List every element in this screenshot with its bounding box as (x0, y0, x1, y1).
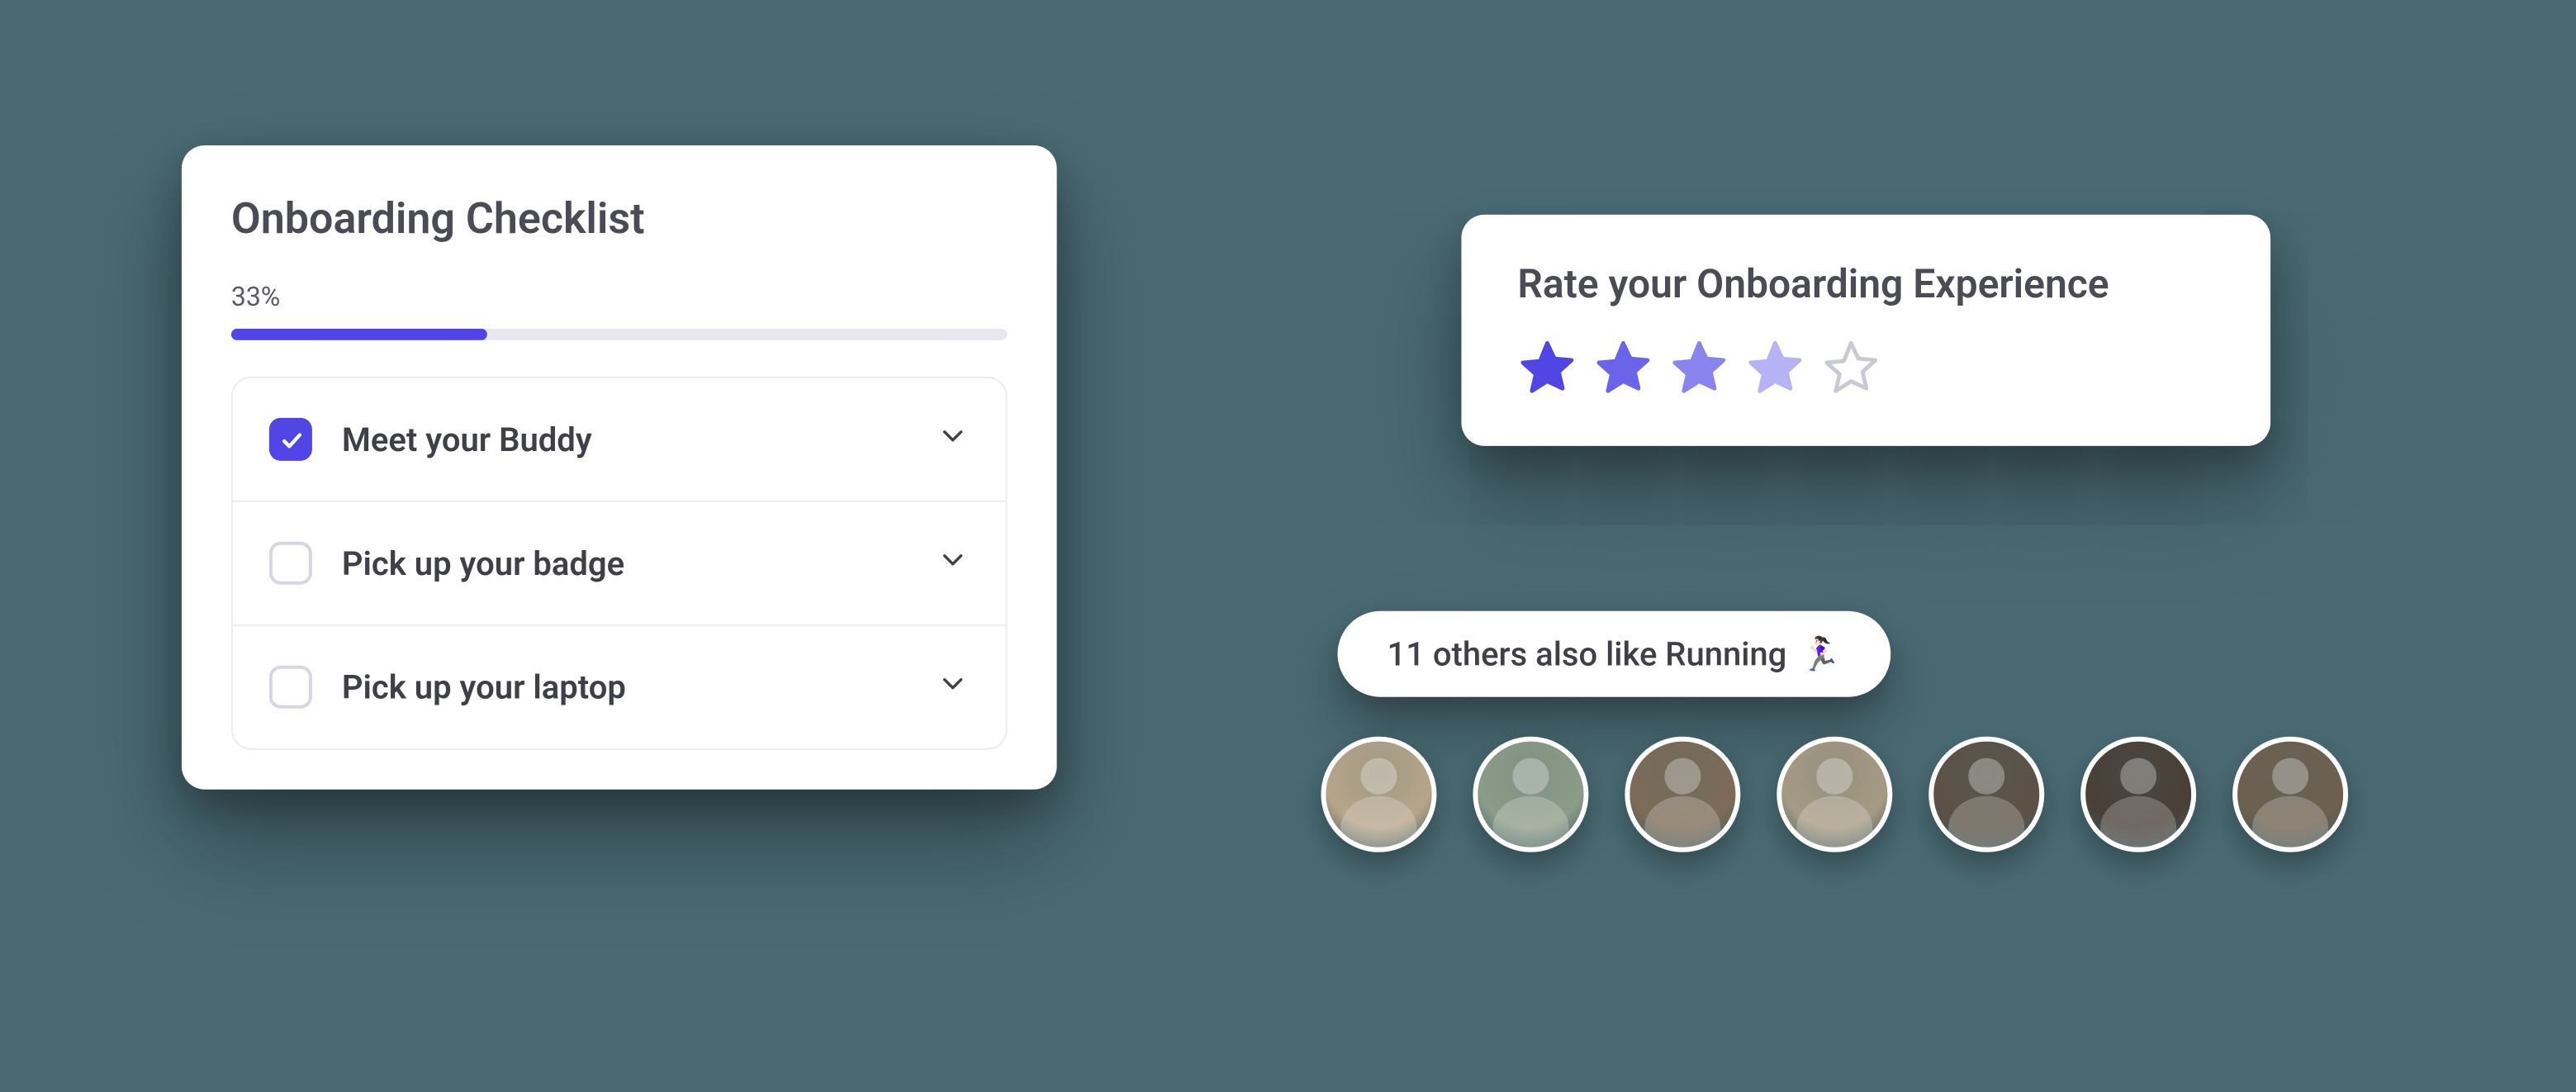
star-2[interactable] (1593, 337, 1653, 396)
progress-percent-label: 33% (231, 281, 1008, 312)
avatar[interactable] (2232, 737, 2348, 852)
checklist-item-label: Pick up your laptop (342, 667, 937, 707)
progress-bar-fill (231, 329, 487, 340)
avatar[interactable] (1928, 737, 2044, 852)
avatar[interactable] (2080, 737, 2196, 852)
rating-card: Rate your Onboarding Experience (1461, 215, 2270, 446)
social-bubble: 11 others also like Running 🏃🏻‍♀️ (1337, 611, 1890, 697)
runner-icon: 🏃🏻‍♀️ (1800, 634, 1841, 674)
social-section: 11 others also like Running 🏃🏻‍♀️ (1321, 611, 2378, 852)
checklist-item[interactable]: Pick up your laptop (233, 626, 1006, 748)
checklist-title: Onboarding Checklist (231, 195, 1008, 245)
chevron-down-icon[interactable] (937, 667, 970, 707)
star-rating (1517, 337, 2214, 396)
rating-title: Rate your Onboarding Experience (1517, 261, 2214, 307)
avatar[interactable] (1473, 737, 1588, 852)
checklist-item-label: Meet your Buddy (342, 420, 937, 459)
checkbox-checked-icon[interactable] (269, 418, 312, 461)
chevron-down-icon[interactable] (937, 420, 970, 459)
avatar[interactable] (1777, 737, 1892, 852)
checkbox-unchecked-icon[interactable] (269, 666, 312, 709)
checklist-item[interactable]: Meet your Buddy (233, 378, 1006, 502)
star-5[interactable] (1821, 337, 1881, 396)
star-3[interactable] (1669, 337, 1729, 396)
avatar[interactable] (1321, 737, 1436, 852)
checklist-item[interactable]: Pick up your badge (233, 502, 1006, 626)
onboarding-checklist-card: Onboarding Checklist 33% Meet your Buddy… (182, 145, 1057, 790)
avatar[interactable] (1625, 737, 1740, 852)
social-text: 11 others also like Running (1387, 634, 1786, 674)
progress-bar (231, 329, 1008, 340)
star-4[interactable] (1745, 337, 1805, 396)
checklist-item-label: Pick up your badge (342, 544, 937, 583)
avatar-row (1321, 737, 2378, 852)
star-1[interactable] (1517, 337, 1577, 396)
chevron-down-icon[interactable] (937, 544, 970, 583)
checklist-items: Meet your Buddy Pick up your badge Pick up… (231, 377, 1008, 750)
checkbox-unchecked-icon[interactable] (269, 542, 312, 585)
